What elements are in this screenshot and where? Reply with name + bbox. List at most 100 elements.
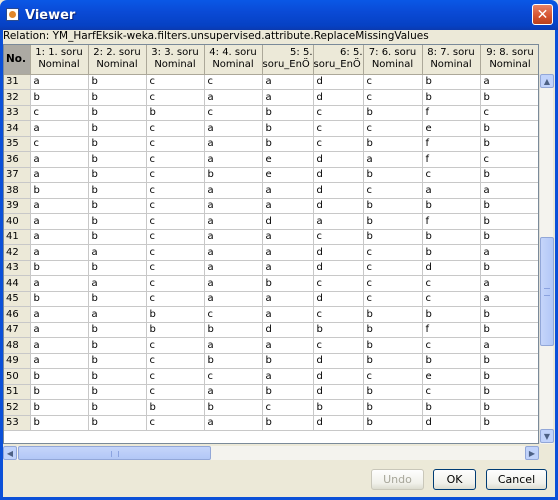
table-cell[interactable]: a <box>30 244 89 261</box>
table-cell[interactable]: c <box>363 120 423 137</box>
table-cell[interactable]: d <box>262 322 314 338</box>
table-cell[interactable]: a <box>313 213 364 230</box>
table-row[interactable]: 36 a b c a e d a f c <box>4 151 538 168</box>
table-cell[interactable]: b <box>480 229 538 245</box>
table-cell[interactable]: c <box>146 182 205 199</box>
table-cell[interactable]: b <box>30 399 89 416</box>
table-cell[interactable]: b <box>480 306 538 323</box>
table-cell[interactable]: b <box>422 74 481 90</box>
table-cell[interactable]: d <box>313 167 364 183</box>
table-cell[interactable]: b <box>30 260 89 276</box>
table-cell[interactable]: b <box>363 198 423 214</box>
table-cell[interactable]: b <box>422 89 481 106</box>
table-cell[interactable]: b <box>262 384 314 400</box>
table-cell[interactable]: b <box>88 120 147 137</box>
table-cell[interactable]: a <box>30 213 89 230</box>
table-cell[interactable]: d <box>313 198 364 214</box>
table-cell[interactable]: c <box>146 136 205 152</box>
table-cell[interactable]: c <box>363 74 423 90</box>
table-row[interactable]: 34 a b c a b c c e b <box>4 120 538 137</box>
table-row[interactable]: 41 a b c a a c b b b <box>4 229 538 245</box>
table-cell[interactable]: b <box>262 353 314 369</box>
table-cell[interactable]: c <box>313 105 364 121</box>
table-cell[interactable]: c <box>363 182 423 199</box>
close-button[interactable]: ✕ <box>532 4 553 25</box>
table-row[interactable]: 45 b b c a a d c c a <box>4 291 538 307</box>
table-cell[interactable]: c <box>422 275 481 292</box>
table-cell[interactable]: b <box>422 229 481 245</box>
table-cell[interactable]: a <box>30 151 89 168</box>
table-cell[interactable]: a <box>30 120 89 137</box>
table-cell[interactable]: a <box>262 198 314 214</box>
table-cell[interactable]: a <box>88 244 147 261</box>
table-row[interactable]: 40 a b c a d a b f b <box>4 213 538 230</box>
table-row[interactable]: 49 a b c b b d b b b <box>4 353 538 369</box>
table-cell[interactable]: b <box>422 244 481 261</box>
table-row[interactable]: 46 a a b c a c b b b <box>4 306 538 323</box>
table-row[interactable]: 33 c b b c b c b f c <box>4 105 538 121</box>
table-cell[interactable]: c <box>146 229 205 245</box>
table-cell[interactable]: b <box>422 399 481 416</box>
table-cell[interactable]: c <box>422 337 481 354</box>
table-cell[interactable]: b <box>88 337 147 354</box>
table-cell[interactable]: a <box>262 244 314 261</box>
table-cell[interactable]: f <box>422 322 481 338</box>
table-cell[interactable]: b <box>88 291 147 307</box>
table-row[interactable]: 50 b b c c a d c e b <box>4 368 538 385</box>
cancel-button[interactable]: Cancel <box>486 469 547 490</box>
table-cell[interactable]: b <box>30 89 89 106</box>
table-cell[interactable]: b <box>146 105 205 121</box>
table-cell[interactable]: b <box>480 384 538 400</box>
table-cell[interactable]: b <box>313 322 364 338</box>
table-cell[interactable]: d <box>313 368 364 385</box>
table-cell[interactable]: a <box>88 306 147 323</box>
table-cell[interactable]: b <box>363 384 423 400</box>
table-cell[interactable]: d <box>313 260 364 276</box>
table-cell[interactable]: b <box>204 353 263 369</box>
table-row[interactable]: 48 a b c a a c b c a <box>4 337 538 354</box>
table-cell[interactable]: d <box>313 89 364 106</box>
table-cell[interactable]: a <box>88 275 147 292</box>
column-header-9[interactable]: 9: 8. soru Nominal <box>480 45 538 75</box>
table-cell[interactable]: a <box>262 337 314 354</box>
table-cell[interactable]: a <box>204 337 263 354</box>
table-cell[interactable]: c <box>313 337 364 354</box>
table-cell[interactable]: e <box>422 120 481 137</box>
table-cell[interactable]: a <box>30 275 89 292</box>
table-cell[interactable]: b <box>363 136 423 152</box>
table-cell[interactable]: b <box>363 213 423 230</box>
table-cell[interactable]: f <box>422 151 481 168</box>
table-cell[interactable]: b <box>30 384 89 400</box>
table-cell[interactable]: c <box>146 198 205 214</box>
table-cell[interactable]: b <box>88 74 147 90</box>
table-cell[interactable]: a <box>204 136 263 152</box>
table-cell[interactable]: c <box>146 260 205 276</box>
table-cell[interactable]: c <box>480 105 538 121</box>
table-cell[interactable]: b <box>262 415 314 431</box>
table-cell[interactable]: b <box>363 399 423 416</box>
table-cell[interactable]: a <box>480 244 538 261</box>
table-cell[interactable]: a <box>480 74 538 90</box>
table-cell[interactable]: b <box>88 384 147 400</box>
vertical-scrollbar[interactable]: ▲ ▼ <box>539 74 554 444</box>
table-row[interactable]: 52 b b b b c b b b b <box>4 399 538 416</box>
table-cell[interactable]: f <box>422 213 481 230</box>
table-cell[interactable]: d <box>313 291 364 307</box>
horizontal-scrollbar[interactable]: ◀ ▶ <box>3 446 539 460</box>
table-cell[interactable]: c <box>146 337 205 354</box>
table-cell[interactable]: c <box>146 384 205 400</box>
table-cell[interactable]: a <box>30 198 89 214</box>
table-cell[interactable]: f <box>422 136 481 152</box>
table-cell[interactable]: c <box>363 244 423 261</box>
table-cell[interactable]: b <box>422 198 481 214</box>
table-cell[interactable]: a <box>480 337 538 354</box>
table-cell[interactable]: a <box>204 384 263 400</box>
table-cell[interactable]: c <box>313 136 364 152</box>
table-cell[interactable]: b <box>30 368 89 385</box>
table-cell[interactable]: d <box>313 244 364 261</box>
table-cell[interactable]: b <box>88 399 147 416</box>
table-cell[interactable]: a <box>204 151 263 168</box>
table-cell[interactable]: b <box>204 322 263 338</box>
table-cell[interactable]: c <box>204 105 263 121</box>
table-cell[interactable]: c <box>146 89 205 106</box>
